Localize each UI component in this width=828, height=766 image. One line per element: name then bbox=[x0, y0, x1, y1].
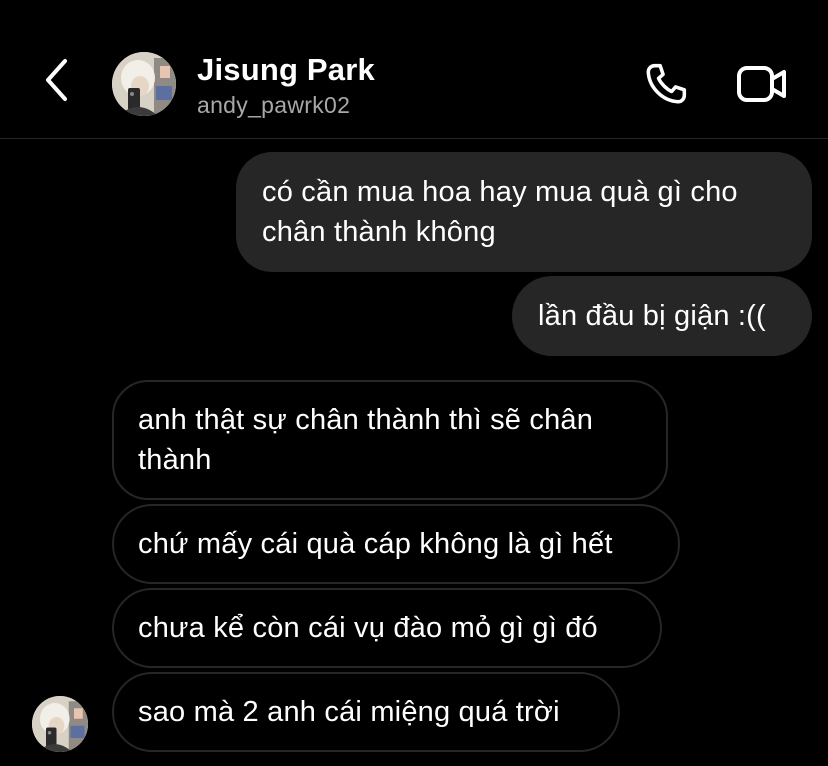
message-bubble-sent[interactable]: có cần mua hoa hay mua quà gì cho chân t… bbox=[236, 152, 812, 272]
contact-name: Jisung Park bbox=[197, 52, 375, 87]
message-bubble-sent[interactable]: lần đầu bị giận :(( bbox=[512, 276, 812, 356]
video-camera-icon bbox=[736, 64, 788, 109]
audio-call-button[interactable] bbox=[636, 58, 696, 114]
sender-avatar[interactable] bbox=[32, 696, 88, 752]
chevron-left-icon bbox=[41, 57, 71, 108]
video-call-button[interactable] bbox=[730, 58, 794, 114]
chat-header: Jisung Park andy_pawrk02 bbox=[0, 0, 828, 139]
avatar[interactable] bbox=[112, 52, 176, 116]
phone-icon bbox=[641, 59, 691, 114]
message-bubble-received[interactable]: chứ mấy cái quà cáp không là gì hết bbox=[112, 504, 680, 584]
back-button[interactable] bbox=[30, 50, 82, 114]
message-bubble-received[interactable]: anh thật sự chân thành thì sẽ chân thành bbox=[112, 380, 668, 500]
contact-handle: andy_pawrk02 bbox=[197, 92, 351, 118]
contact-info[interactable]: Jisung Park andy_pawrk02 bbox=[197, 52, 375, 120]
message-bubble-received[interactable]: chưa kể còn cái vụ đào mỏ gì gì đó bbox=[112, 588, 662, 668]
message-bubble-received[interactable]: sao mà 2 anh cái miệng quá trời bbox=[112, 672, 620, 752]
